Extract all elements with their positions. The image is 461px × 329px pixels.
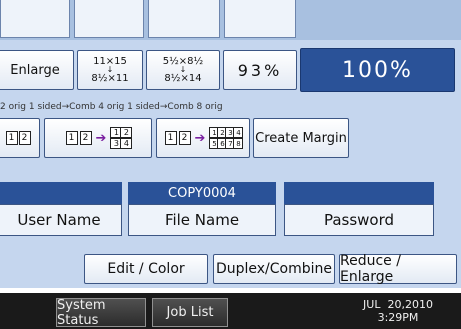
date-text: JUL 20,2010	[363, 298, 433, 311]
file-name-label: File Name	[164, 211, 240, 229]
zoom-value: 93%	[237, 60, 283, 80]
combine-8-button[interactable]: 1 2 ➔ 1 2 3 4 5 6 7 8	[156, 118, 250, 158]
preset2-target-size: 8½×14	[164, 73, 202, 84]
top-tab-2[interactable]	[74, 0, 144, 38]
combine-8-grid: 1 2 3 4 5 6 7 8	[209, 127, 244, 149]
combine-2-button[interactable]: 1 2	[0, 118, 40, 158]
combine-4-grid: 1 2 3 4	[110, 127, 133, 149]
password-label: Password	[323, 211, 395, 229]
user-name-value	[0, 182, 122, 204]
tab-duplex-combine-label: Duplex/Combine	[215, 261, 333, 277]
system-status-button[interactable]: System Status	[56, 297, 146, 328]
page-icon: 2	[178, 131, 191, 145]
tab-edit-color-label: Edit / Color	[107, 261, 185, 277]
job-list-button[interactable]: Job List	[152, 298, 228, 327]
system-status-label: System Status	[57, 297, 106, 328]
zoom-93-button[interactable]: 93%	[223, 50, 297, 90]
page-icon: 1	[5, 131, 18, 145]
top-tab-1[interactable]	[0, 0, 70, 38]
page-icon: 1	[65, 131, 78, 145]
tab-reduce-enlarge[interactable]: Reduce / Enlarge	[339, 253, 457, 285]
full-size-button[interactable]: 100%	[300, 48, 455, 92]
file-name-value: COPY0004	[128, 182, 276, 204]
preset1-target-size: 8½×11	[91, 73, 129, 84]
create-margin-button[interactable]: Create Margin	[253, 118, 349, 158]
date-time-display: JUL 20,2010 3:29PM	[348, 296, 448, 326]
combine-4-button[interactable]: 1 2 ➔ 1 2 3 4	[44, 118, 152, 158]
page-icon: 4	[120, 138, 133, 149]
page-icon: 2	[79, 131, 92, 145]
enlarge-button[interactable]: Enlarge	[0, 50, 74, 90]
time-text: 3:29PM	[377, 311, 419, 324]
preset-5x8-button[interactable]: 5½×8½ ↓ 8½×14	[146, 50, 220, 90]
tab-duplex-combine[interactable]: Duplex/Combine	[213, 254, 335, 284]
password-button[interactable]: Password	[284, 204, 434, 236]
job-list-label: Job List	[166, 305, 214, 320]
top-tab-3[interactable]	[148, 0, 220, 38]
page-icon: 2	[18, 131, 31, 145]
page-icon: 2	[120, 127, 133, 138]
arrow-right-icon: ➔	[194, 130, 206, 146]
user-name-button[interactable]: User Name	[0, 204, 122, 236]
arrow-right-icon: ➔	[95, 130, 107, 146]
file-name-button[interactable]: File Name	[128, 204, 276, 236]
preset-11x15-button[interactable]: 11×15 ↓ 8½×11	[77, 50, 143, 90]
enlarge-label: Enlarge	[10, 62, 60, 78]
combine-hint: 2 orig 1 sided→Comb 4 orig 1 sided→Comb …	[0, 102, 223, 112]
page-icon: 8	[233, 138, 244, 149]
page-icon: 4	[233, 127, 244, 138]
user-name-label: User Name	[17, 211, 101, 229]
password-value	[284, 182, 434, 204]
page-icon: 1	[164, 131, 177, 145]
create-margin-label: Create Margin	[255, 130, 347, 146]
full-size-label: 100%	[342, 57, 413, 83]
top-tab-4[interactable]	[224, 0, 296, 38]
tab-edit-color[interactable]: Edit / Color	[84, 254, 208, 284]
tab-reduce-enlarge-label: Reduce / Enlarge	[340, 253, 401, 285]
